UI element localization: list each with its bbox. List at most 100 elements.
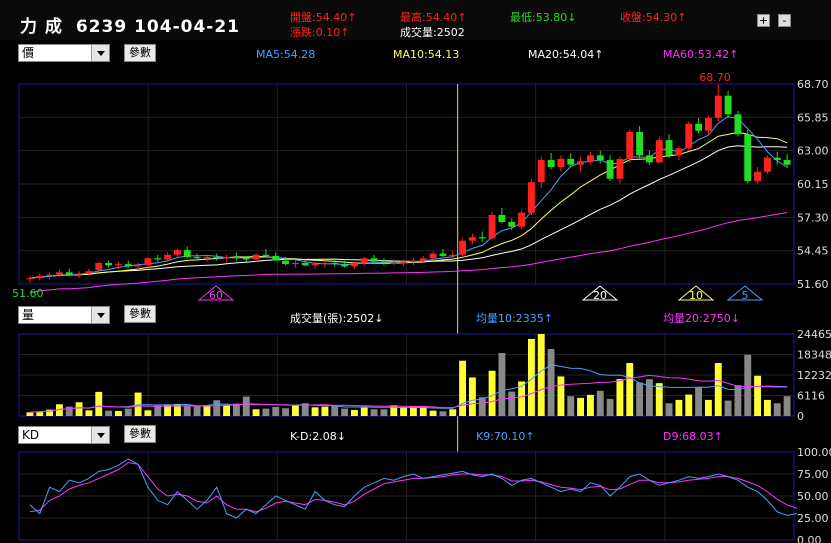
volume-bar [695, 387, 703, 416]
candle-body [783, 160, 791, 165]
volume-bar [291, 404, 299, 416]
candle-body [380, 261, 388, 263]
candle-body [645, 155, 653, 163]
volume-bar [744, 354, 752, 416]
candle-body [596, 155, 604, 161]
volume-chart: 24465 18348 12232 6116 0 [18, 328, 831, 423]
volume-bar [754, 375, 762, 416]
price-axis-tick-label: 65.85 [797, 111, 829, 124]
volume-bar [114, 410, 122, 416]
candle-body [95, 262, 103, 270]
candle-body [311, 264, 319, 266]
candle-body [518, 212, 526, 227]
candle-body [390, 262, 398, 264]
volume-bar [763, 399, 771, 416]
candle-body [144, 258, 152, 266]
volume-bar [262, 408, 270, 416]
candle-body [714, 95, 722, 118]
volume-bar [429, 410, 437, 416]
candle-body [773, 157, 781, 161]
candle-body [252, 254, 260, 260]
candle-body [527, 182, 535, 213]
price-axis-tick-label: 51.60 [797, 278, 829, 291]
ma-flag-label: 5 [742, 289, 749, 302]
candle-body [272, 255, 280, 261]
volume-bar [596, 390, 604, 416]
volume-bar [557, 376, 565, 416]
candle-body [400, 261, 408, 263]
candle-body [468, 237, 476, 241]
volume-bar [400, 406, 408, 416]
candle-body [478, 237, 486, 239]
low-marker-label: 51.60 [12, 287, 44, 300]
candle-body [164, 254, 172, 260]
candle-body [537, 160, 545, 183]
candle-body [449, 254, 457, 256]
candle-body [85, 271, 93, 274]
candle-body [429, 253, 437, 259]
kd-axis-tick-label: 100.00 [797, 446, 831, 459]
candle-body [242, 258, 250, 260]
volume-bar [26, 412, 34, 416]
candle-body [675, 148, 683, 156]
volume-bar [449, 409, 457, 416]
candle-body [26, 278, 34, 280]
volume-bar [272, 406, 280, 416]
candle-body [577, 161, 585, 165]
volume-bar [183, 405, 191, 416]
volume-bar [714, 363, 722, 416]
candle-body [409, 260, 417, 262]
volume-bar [282, 408, 290, 416]
candle-body [203, 257, 211, 259]
volume-bar [685, 394, 693, 416]
candle-body [586, 155, 594, 162]
volume-axis-tick-label: 18348 [797, 349, 831, 362]
candle-body [223, 257, 231, 259]
volume-bar [154, 405, 162, 416]
volume-axis-tick-label: 24465 [797, 328, 831, 341]
candle-body [626, 131, 634, 159]
candle-body [36, 275, 44, 279]
volume-bar [498, 352, 506, 416]
candle-body [754, 171, 762, 182]
candle-body [350, 262, 358, 267]
candle-body [636, 131, 644, 156]
volume-bar [636, 382, 644, 416]
candle-body [665, 140, 673, 156]
technical-chart-area[interactable]: 68.70 65.85 63.00 60.15 57.30 54.45 51.60 60 20 1… [0, 0, 831, 543]
volume-bar [577, 397, 585, 416]
candle-body [183, 250, 191, 258]
volume-bar [242, 396, 250, 416]
candle-body [75, 273, 83, 275]
volume-bar [508, 391, 516, 416]
volume-bar [252, 409, 260, 416]
volume-axis-tick-label: 12232 [797, 369, 831, 382]
candle-body [744, 134, 752, 182]
candle-body [488, 214, 496, 239]
volume-bar [704, 399, 712, 416]
candle-body [547, 160, 555, 168]
volume-bar [675, 399, 683, 416]
candle-body [46, 274, 54, 276]
price-axis-tick-label: 54.45 [797, 245, 829, 258]
volume-bar [547, 348, 555, 416]
price-axis-tick-label: 60.15 [797, 178, 829, 191]
candle-body [124, 264, 132, 267]
volume-bar [360, 407, 368, 416]
volume-bar [724, 400, 732, 416]
candle-body [734, 114, 742, 135]
volume-bar [606, 398, 614, 416]
candle-body [193, 257, 201, 259]
candle-body [134, 265, 142, 267]
price-axis-tick-label: 68.70 [797, 78, 829, 91]
candle-body [154, 258, 162, 260]
candle-body [282, 260, 290, 265]
candle-body [213, 257, 221, 259]
volume-bar [75, 402, 83, 416]
volume-bar [85, 410, 93, 416]
volume-bar [341, 408, 349, 416]
candle-body [508, 222, 516, 227]
volume-bar [439, 411, 447, 416]
volume-bar [537, 334, 545, 416]
volume-bar [124, 408, 132, 416]
